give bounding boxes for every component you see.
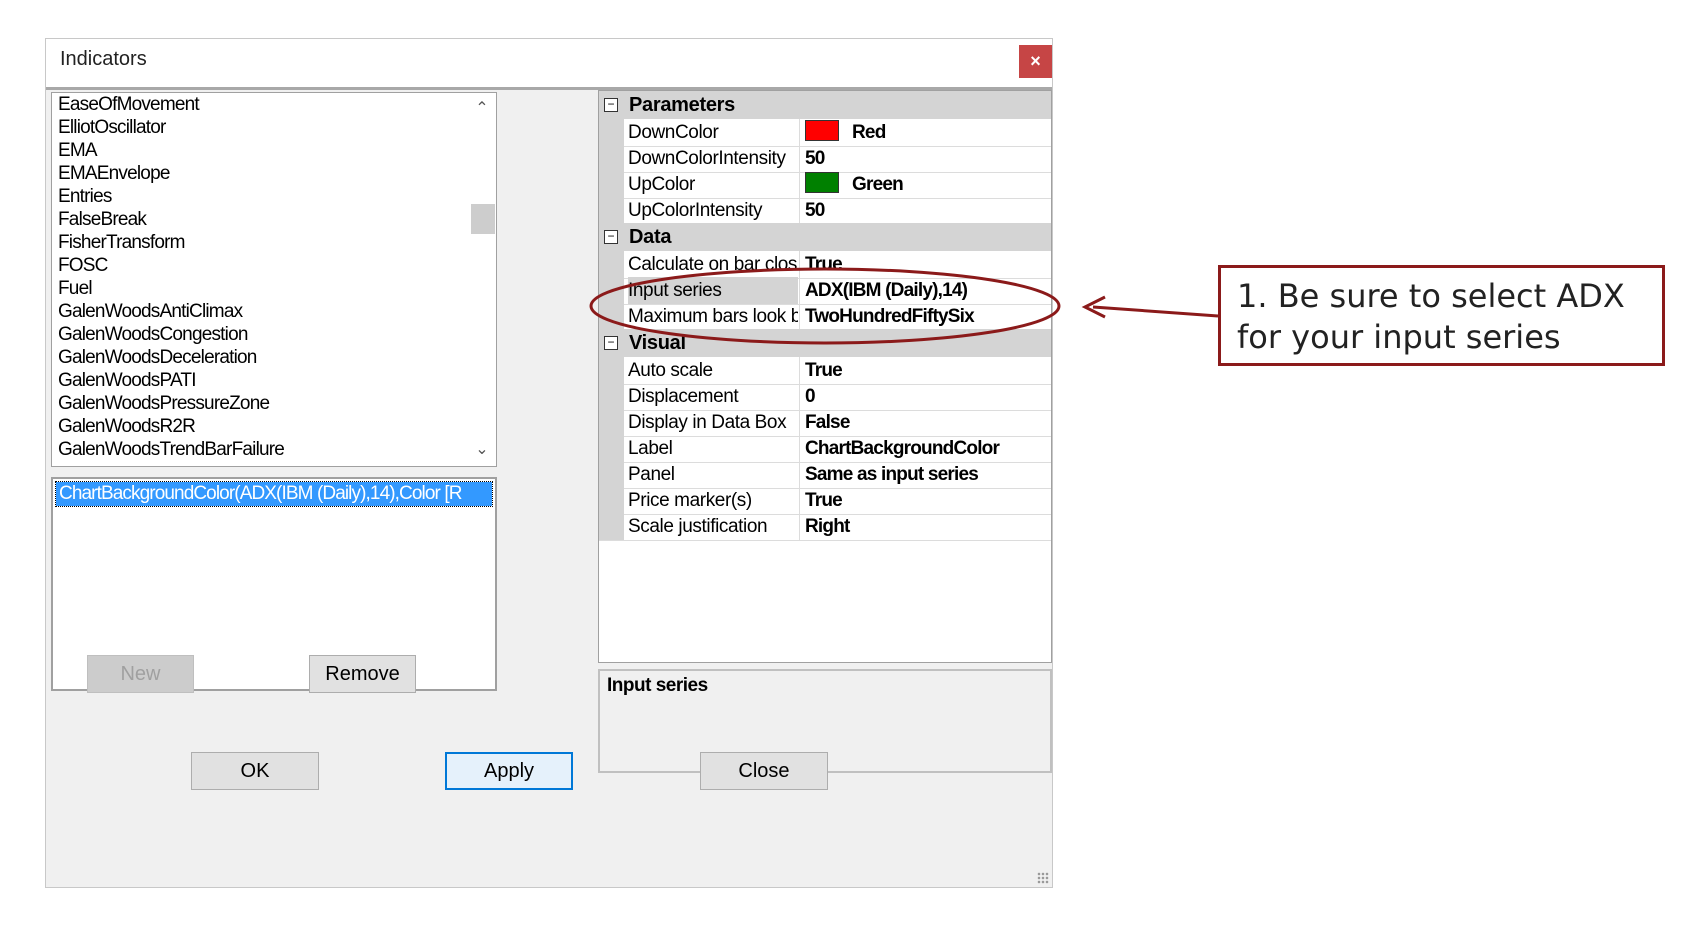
- annotation-arrow-line: [1092, 305, 1219, 318]
- annotation-callout: 1. Be sure to select ADX for your input …: [1218, 265, 1665, 366]
- highlight-ellipse: [589, 267, 1061, 345]
- annotation-overlay: [589, 267, 1219, 345]
